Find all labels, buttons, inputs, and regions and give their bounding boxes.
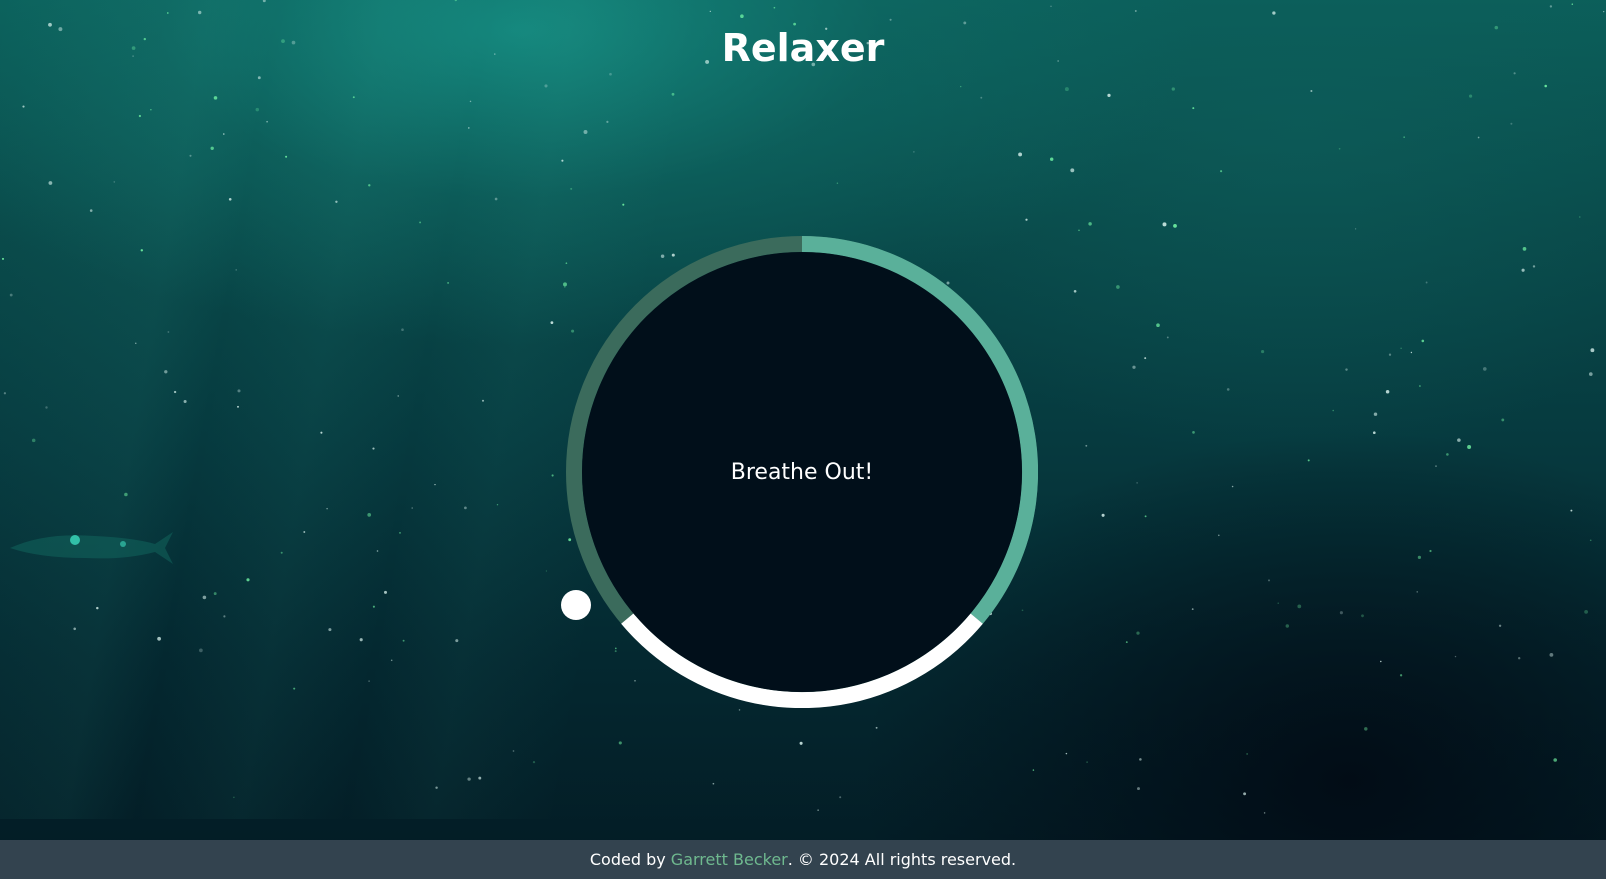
footer-prefix: Coded by (589, 850, 671, 869)
footer: Coded by Garrett Becker. © 2024 All righ… (0, 840, 1606, 879)
inner-circle: Breathe Out! (582, 252, 1022, 692)
breathing-circle-container: Breathe Out! (566, 236, 1038, 708)
footer-suffix: . © 2024 All rights reserved. (787, 850, 1017, 869)
pointer-dot-icon (561, 590, 591, 620)
fish-icon (10, 532, 173, 564)
page-title: Relaxer (721, 26, 885, 70)
author-link[interactable]: Garrett Becker (671, 850, 788, 869)
breath-instruction: Breathe Out! (730, 459, 874, 485)
